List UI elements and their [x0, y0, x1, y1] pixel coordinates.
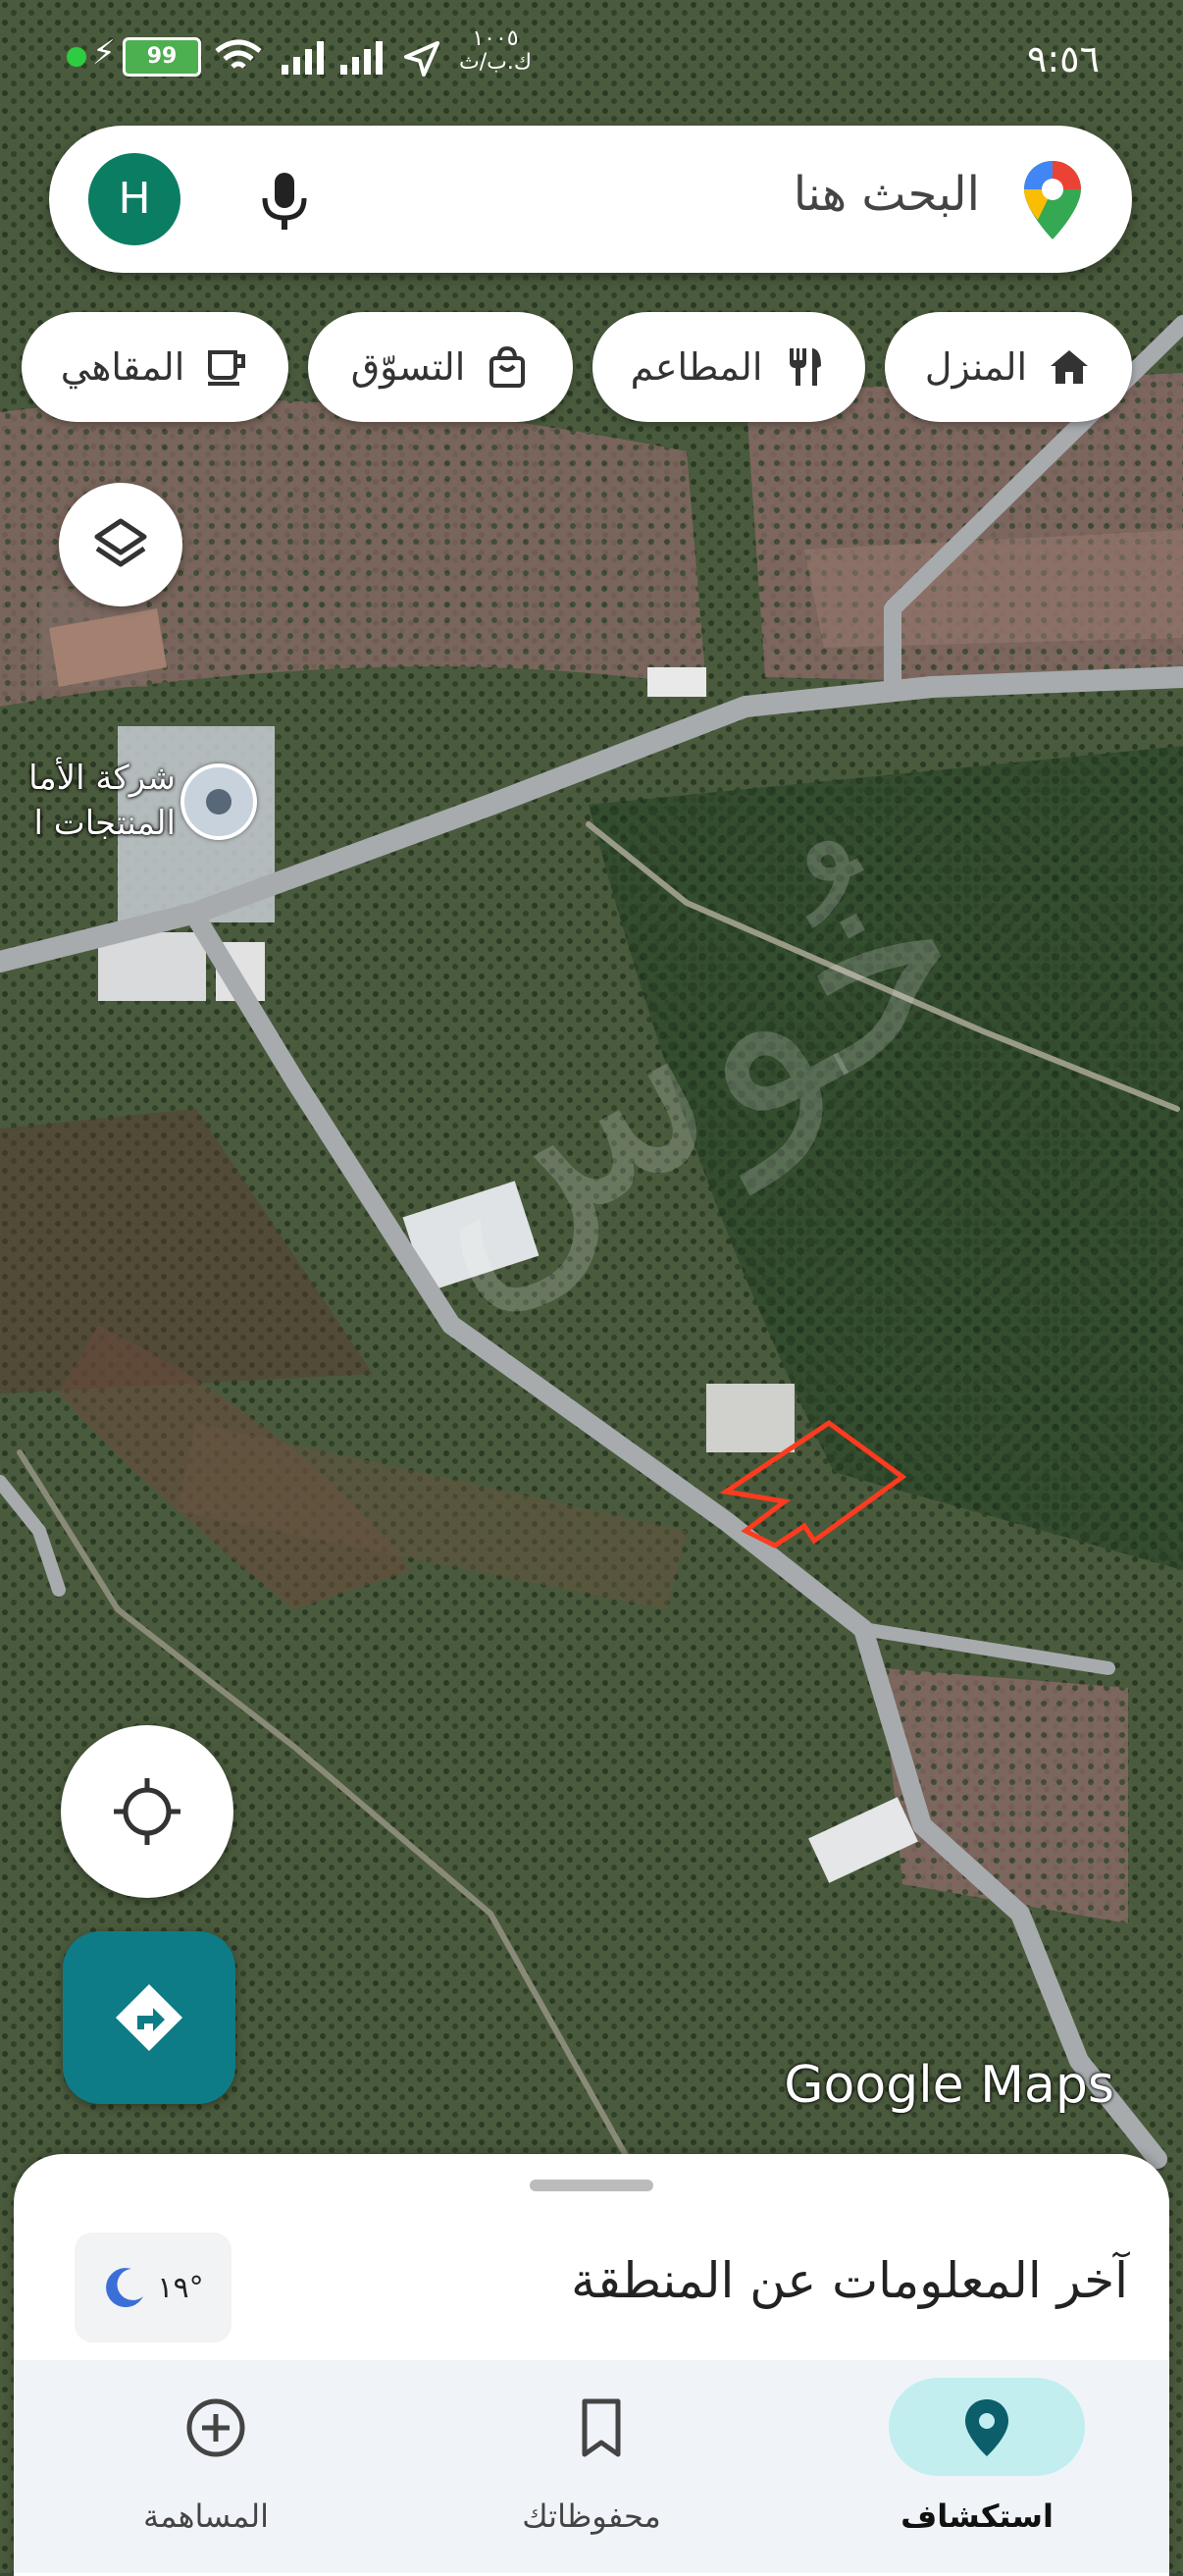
add-circle-icon — [186, 2398, 245, 2457]
tab-label: المساهمة — [143, 2497, 269, 2535]
moon-icon — [106, 2268, 144, 2308]
chip-label: المنزل — [924, 345, 1028, 389]
search-input[interactable]: البحث هنا — [794, 167, 980, 222]
home-icon — [1051, 350, 1089, 384]
chip-shopping[interactable]: التسوّق — [308, 312, 573, 422]
notification-dot-icon — [67, 47, 86, 67]
battery-indicator: 99 — [123, 37, 201, 77]
layers-icon — [94, 518, 147, 567]
sheet-drag-handle[interactable] — [530, 2180, 653, 2191]
location-pin-icon — [965, 2399, 1008, 2456]
chip-label: التسوّق — [350, 345, 466, 389]
search-bar[interactable]: H البحث هنا — [49, 126, 1132, 273]
google-maps-logo-icon — [1024, 161, 1081, 239]
tab-contribute[interactable]: المساهمة — [14, 2360, 398, 2573]
microphone-icon[interactable] — [250, 167, 319, 236]
directions-icon — [116, 1984, 182, 2051]
layers-button[interactable] — [59, 483, 182, 606]
chip-label: المطاعم — [630, 345, 763, 389]
wifi-icon — [215, 39, 262, 69]
chip-restaurants[interactable]: المطاعم — [592, 312, 865, 422]
weather-badge[interactable]: ١٩° — [75, 2233, 231, 2342]
location-arrow-icon — [404, 41, 439, 77]
account-avatar[interactable]: H — [88, 153, 180, 245]
tab-label: محفوظاتك — [522, 2497, 661, 2535]
google-maps-attribution: Google Maps — [784, 2056, 1114, 2115]
map-place-label-line1: شركة الأما — [28, 759, 176, 798]
network-speed: ١٠٠٥ ك.ب/ث — [459, 27, 532, 75]
network-speed-unit: ك.ب/ث — [459, 50, 532, 75]
charging-icon: ⚡ — [92, 33, 116, 73]
shopping-bag-icon — [489, 345, 526, 388]
status-bar: ٩:٥٦ ⚡ 99 ١٠٠٥ ك.ب/ث — [0, 0, 1183, 118]
tab-saved[interactable]: محفوظاتك — [399, 2360, 784, 2573]
directions-button[interactable] — [63, 1931, 235, 2104]
chip-cafes[interactable]: المقاهي — [22, 312, 288, 422]
my-location-button[interactable] — [61, 1725, 233, 1898]
bookmark-icon — [582, 2398, 621, 2457]
sheet-title: آخر المعلومات عن المنطقة — [571, 2252, 1128, 2309]
coffee-icon — [208, 350, 246, 386]
signal-icon — [282, 41, 324, 75]
restaurant-icon — [790, 348, 822, 386]
clock: ٩:٥٦ — [1026, 37, 1100, 80]
map-place-label-line2: المنتجات ا — [33, 804, 176, 843]
network-speed-value: ١٠٠٥ — [472, 26, 519, 51]
map-place-label[interactable]: شركة الأما المنتجات ا — [14, 756, 176, 846]
place-pin-icon[interactable] — [180, 763, 257, 840]
weather-temperature: ١٩° — [157, 2270, 204, 2305]
tab-explore[interactable]: استكشاف — [785, 2360, 1169, 2573]
chip-label: المقاهي — [60, 345, 185, 389]
tab-label: استكشاف — [900, 2497, 1054, 2535]
crosshair-icon — [114, 1778, 180, 1845]
signal-icon — [340, 41, 383, 75]
bottom-navigation: استكشاف محفوظاتك المساهمة — [14, 2360, 1169, 2573]
chip-home[interactable]: المنزل — [885, 312, 1132, 422]
